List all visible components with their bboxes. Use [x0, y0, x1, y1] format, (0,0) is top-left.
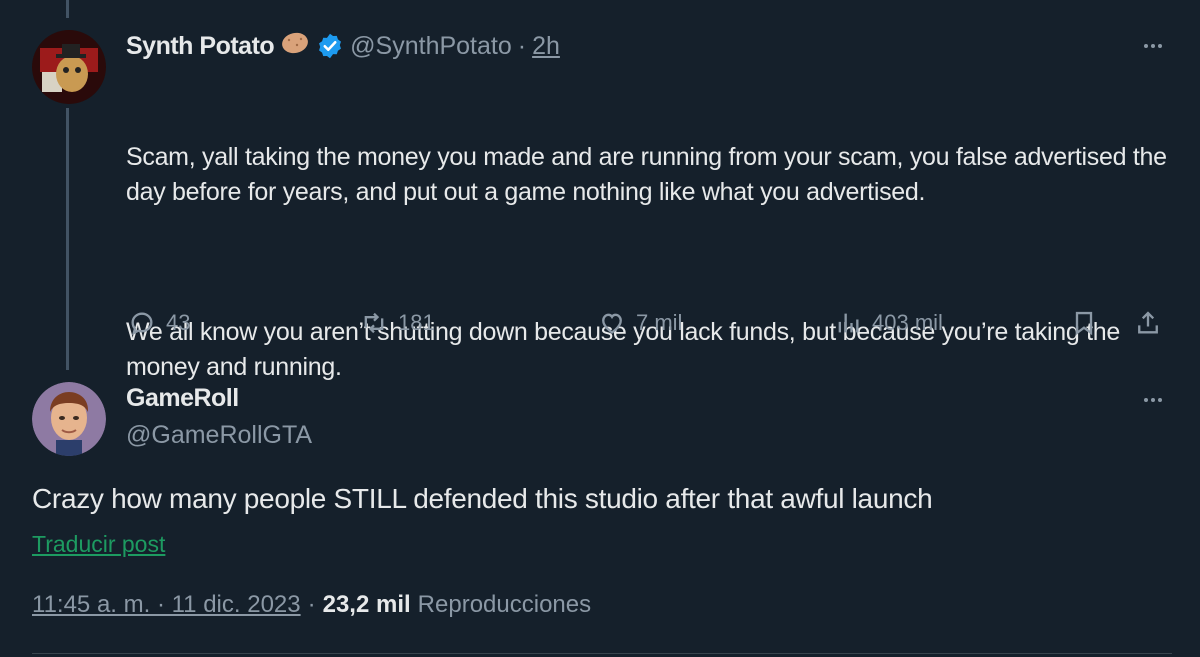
share-button[interactable]	[1134, 302, 1162, 344]
reply-more-options-icon[interactable]	[1136, 36, 1170, 56]
views-label: Reproducciones	[417, 591, 592, 618]
views-count: 403 mil	[872, 310, 943, 335]
main-timestamp-link[interactable]: 11:45 a. m. · 11 dic. 2023	[32, 591, 301, 619]
reply-handle[interactable]: @SynthPotato	[350, 32, 512, 61]
reply-display-name[interactable]: Synth Potato	[126, 32, 275, 61]
like-button[interactable]: 7 mil	[598, 302, 682, 344]
views-button[interactable]: 403 mil	[834, 302, 943, 344]
verified-badge-icon[interactable]	[316, 32, 344, 60]
bookmark-icon	[1075, 311, 1093, 336]
reply-icon	[131, 312, 153, 336]
main-tweet-text: Crazy how many people STILL defended thi…	[32, 483, 933, 514]
repost-button[interactable]: 181	[360, 302, 435, 344]
tweet-thread-view: Synth Potato @SynthPotato · 2h Scam, yal…	[0, 0, 1200, 657]
reply-separator: ·	[517, 31, 527, 60]
views-count-main: 23,2 mil	[322, 591, 411, 618]
reply-paragraph-1: Scam, yall taking the money you made and…	[126, 143, 1174, 206]
like-count: 7 mil	[636, 310, 683, 335]
share-icon	[1138, 311, 1158, 334]
repost-count: 181	[398, 310, 435, 335]
main-handle[interactable]: @GameRollGTA	[126, 421, 312, 450]
potato-icon	[280, 31, 310, 62]
reply-tweet-header: Synth Potato @SynthPotato · 2h	[126, 28, 560, 64]
reply-button[interactable]: 43	[128, 302, 190, 344]
gameroll-avatar[interactable]	[32, 382, 106, 456]
reply-time-link[interactable]: 2h	[532, 32, 560, 61]
translate-post-link[interactable]: Traducir post	[32, 531, 165, 558]
meta-separator: ·	[307, 591, 316, 618]
divider	[32, 653, 1172, 654]
synth-potato-avatar[interactable]	[32, 30, 106, 104]
thread-connector-top	[66, 0, 69, 18]
bookmark-button[interactable]	[1070, 302, 1098, 344]
thread-connector-line	[66, 108, 69, 370]
main-tweet-meta: 11:45 a. m. · 11 dic. 2023 · 23,2 mil Re…	[32, 591, 591, 619]
repost-icon	[364, 312, 384, 334]
reply-action-bar: 43 181 7 mil 403 mil	[126, 302, 1176, 344]
analytics-icon	[838, 313, 859, 333]
main-more-options-icon[interactable]	[1136, 390, 1170, 410]
reply-count: 43	[166, 310, 191, 335]
heart-icon	[602, 313, 622, 334]
main-display-name[interactable]: GameRoll	[126, 384, 239, 413]
reply-tweet-body: Scam, yall taking the money you made and…	[126, 70, 1186, 455]
